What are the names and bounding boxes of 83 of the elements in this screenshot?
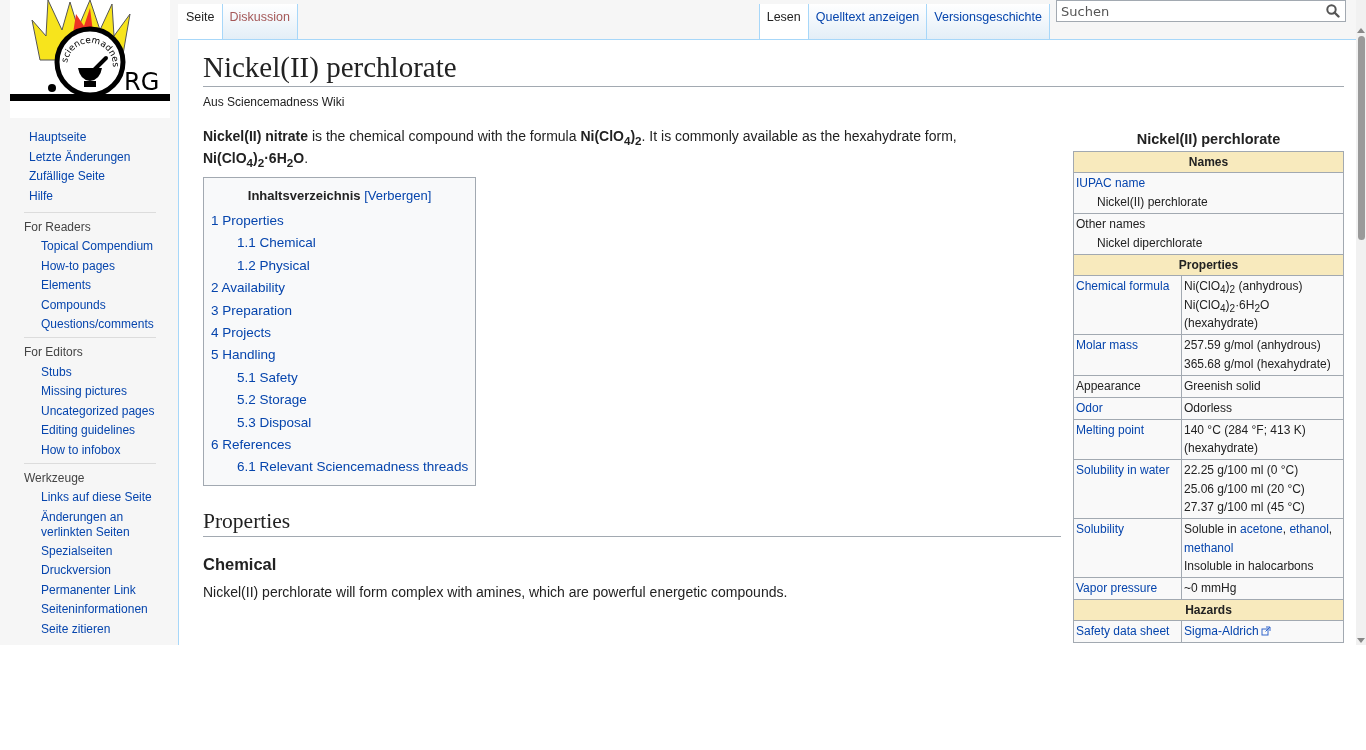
infobox-value: Greenish solid <box>1184 377 1262 395</box>
sidebar-link[interactable]: Editing guidelines <box>24 420 171 441</box>
sidebar-link[interactable]: Questions/comments <box>24 314 171 335</box>
infobox-section-header: Hazards <box>1073 599 1344 621</box>
view-tab[interactable]: Quelltext anzeigen <box>808 4 928 40</box>
sidebar-link[interactable]: Letzte Änderungen <box>29 147 178 167</box>
sidebar-link[interactable]: Druckversion <box>24 561 171 581</box>
body-paragraph: Nickel(II) perchlorate will form complex with amines, which are powerful energetic compounds. <box>203 582 789 602</box>
toc-toggle-link[interactable]: [Verbergen] <box>364 188 432 203</box>
sidebar-heading: For Editors <box>24 344 84 361</box>
toc-link[interactable]: 1.2 Physical <box>211 254 469 278</box>
infobox-value: Ni(ClO$_{4}$)$_{2}$·6H$_{2}$O (hexahydrate) <box>1184 296 1271 333</box>
infobox-label-link[interactable]: Odor <box>1076 400 1103 415</box>
infobox-label-link[interactable]: IUPAC name <box>1076 174 1341 193</box>
infobox-value: Soluble in acetone, ethanol, methanol <box>1184 521 1334 557</box>
scrollbar[interactable] <box>1356 0 1366 645</box>
sidebar-link[interactable]: Zufällige Seite <box>29 167 178 187</box>
toc-link[interactable]: 1 Properties <box>211 210 469 233</box>
infobox-label: Other names <box>1076 216 1147 233</box>
infobox-value: Ni(ClO$_{4}$)$_{2}$ (anhydrous) <box>1184 278 1304 296</box>
scrollbar-thumb[interactable] <box>1357 36 1365 240</box>
toc-link[interactable]: 6.1 Relevant Sciencemadness threads <box>211 456 469 479</box>
sidebar-link[interactable]: Compounds <box>24 295 171 315</box>
infobox-label: Appearance <box>1076 378 1141 393</box>
infobox-value: Nickel(II) perchlorate <box>1096 194 1209 211</box>
page-subtitle: Aus Sciencemadness Wiki <box>203 95 346 109</box>
sidebar-link[interactable]: Topical Compendium <box>24 237 171 257</box>
sidebar-link[interactable]: Uncategorized pages <box>24 401 171 421</box>
toc-link[interactable]: 5 Handling <box>211 344 469 367</box>
toc-link[interactable]: 5.3 Disposal <box>211 411 469 435</box>
toc-link[interactable]: 3 Preparation <box>211 299 469 323</box>
infobox-value: Nickel diperchlorate <box>1096 235 1204 252</box>
subsection-heading: Chemical <box>203 553 278 575</box>
sidebar-link[interactable]: Seiteninformationen <box>24 600 171 620</box>
logo-text: RG <box>124 68 160 96</box>
infobox-section-header: Properties <box>1073 254 1344 276</box>
sidebar-heading: Werkzeuge <box>24 469 86 486</box>
sidebar-link[interactable]: Seite zitieren <box>24 619 171 640</box>
sidebar-link[interactable]: Hilfe <box>29 186 178 206</box>
page-tab[interactable]: Seite <box>178 4 223 40</box>
infobox-value: ~0 mmHg <box>1184 580 1238 598</box>
toc-link[interactable]: 6 References <box>211 434 469 457</box>
view-tab[interactable]: Versionsgeschichte <box>927 4 1050 40</box>
toc-link[interactable]: 2 Availability <box>211 277 469 300</box>
view-tab[interactable]: Lesen <box>758 4 809 40</box>
toc-link[interactable]: 5.1 Safety <box>211 366 469 390</box>
infobox-value: Odorless <box>1184 399 1234 417</box>
scroll-down-icon[interactable] <box>1356 637 1366 645</box>
infobox-value: 25.06 g/100 ml (20 °C) <box>1184 480 1306 498</box>
sidebar-link[interactable]: Hauptseite <box>29 128 178 148</box>
search-field[interactable]: Suchen <box>1056 0 1346 22</box>
infobox-value: Insoluble in halocarbons <box>1184 558 1315 576</box>
infobox-title: Nickel(II) perchlorate <box>1135 130 1282 149</box>
search-icon[interactable] <box>1326 4 1340 18</box>
toc-link[interactable]: 1.1 Chemical <box>211 232 469 255</box>
sidebar-link[interactable]: How-to pages <box>24 256 171 276</box>
infobox-value: 27.37 g/100 ml (45 °C) <box>1184 499 1306 517</box>
sidebar-link[interactable]: Missing pictures <box>24 381 171 402</box>
scroll-up-icon[interactable] <box>1356 26 1366 34</box>
sidebar-link[interactable]: Permanenter Link <box>24 580 171 601</box>
sidebar-link[interactable]: Spezialseiten <box>24 541 171 562</box>
sidebar-link[interactable]: Änderungen an verlinkten Seiten <box>24 507 171 542</box>
intro-paragraph: Nickel(II) nitrate is the chemical compound with the formula Ni(ClO$_{4}$)$_{2}$. It is commonly available as the hexahydrate form, Ni(ClO$_{4}$)$_{2}$·6H$_{2}$O. <box>203 127 958 169</box>
infobox-link[interactable]: acetone <box>1240 522 1283 537</box>
infobox-value: 257.59 g/mol (anhydrous) <box>1184 337 1322 355</box>
sidebar-heading: For Readers <box>24 219 92 235</box>
infobox-value: 22.25 g/100 ml (0 °C) <box>1184 461 1300 479</box>
infobox-label-link[interactable]: Solubility <box>1076 522 1125 537</box>
infobox-link[interactable]: ethanol <box>1289 522 1329 537</box>
sidebar-link[interactable]: Elements <box>24 275 171 296</box>
infobox-value: 365.68 g/mol (hexahydrate) <box>1184 355 1332 373</box>
toc-link[interactable]: 4 Projects <box>211 322 469 345</box>
page-title: Nickel(II) perchlorate <box>203 44 1344 87</box>
section-heading: Properties <box>203 505 1061 537</box>
page-tab[interactable]: Diskussion <box>222 4 298 40</box>
toc-title: Inhaltsverzeichnis <box>247 188 361 203</box>
sidebar-link[interactable]: How to infobox <box>24 440 171 460</box>
sidebar-link[interactable]: Stubs <box>24 362 171 382</box>
toc-link[interactable]: 5.2 Storage <box>211 389 469 412</box>
infobox-section-header: Names <box>1073 151 1344 173</box>
infobox-link[interactable]: methanol <box>1184 540 1234 555</box>
sidebar-link[interactable]: Links auf diese Seite <box>24 487 171 508</box>
infobox-value: 140 °C (284 °F; 413 K) (hexahydrate) <box>1184 421 1307 458</box>
